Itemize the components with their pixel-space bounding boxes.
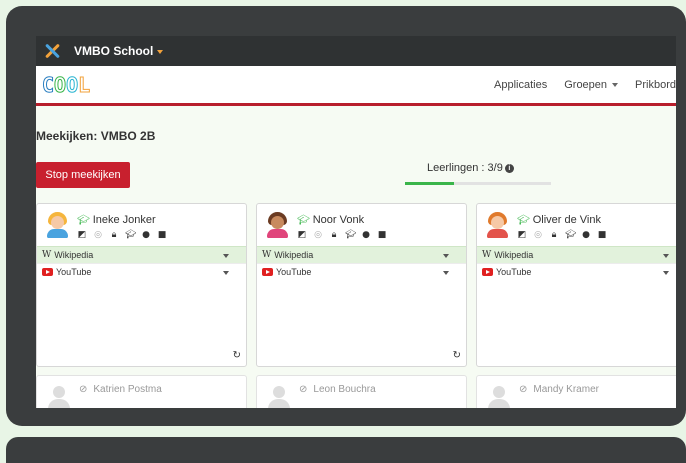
screen: VMBO School COOL Applicaties Groepen Pri…	[36, 36, 676, 408]
lock-icon[interactable]: 🔒︎	[109, 230, 119, 240]
navbar: COOL Applicaties Groepen Prikbord	[36, 66, 676, 106]
avatar-placeholder	[487, 386, 511, 408]
chevron-down-icon	[157, 49, 164, 54]
graduation-cap-icon: 🎓︎	[517, 215, 530, 226]
chevron-down-icon[interactable]	[443, 254, 449, 258]
offline-student-card[interactable]: ⊘ Mandy Kramer	[476, 375, 676, 408]
graduation-cap-icon: 🎓︎	[77, 215, 90, 226]
external-link-icon[interactable]: ◩	[77, 230, 87, 240]
stop-watching-button[interactable]: Stop meekijken	[36, 162, 130, 188]
tab-youtube[interactable]: YouTube	[477, 263, 676, 280]
graduation-cap-icon[interactable]: 🎓︎	[345, 230, 356, 240]
graduation-cap-icon: 🎓︎	[297, 215, 310, 226]
offline-icon: ⊘	[519, 384, 528, 395]
offline-student-card[interactable]: ⊘ Leon Bouchra	[256, 375, 467, 408]
globe-icon[interactable]: ◎	[533, 230, 543, 240]
nav-groepen[interactable]: Groepen	[564, 79, 618, 91]
progress-fill	[405, 182, 454, 185]
chevron-down-icon[interactable]	[663, 254, 669, 258]
student-card[interactable]: 🎓︎ Noor Vonk ◩ ◎ 🔒︎ 🎓︎ ● ■ W Wikipedia You…	[256, 203, 467, 367]
globe-icon[interactable]: ◎	[313, 230, 323, 240]
chevron-down-icon[interactable]	[223, 254, 229, 258]
external-link-icon[interactable]: ◩	[517, 230, 527, 240]
lock-icon[interactable]: 🔒︎	[329, 230, 339, 240]
lock-icon[interactable]: 🔒︎	[549, 230, 559, 240]
tab-wikipedia[interactable]: W Wikipedia	[37, 246, 246, 263]
student-card[interactable]: 🎓︎ Ineke Jonker ◩ ◎ 🔒︎ 🎓︎ ● ■ W Wikipedia …	[36, 203, 247, 367]
youtube-icon	[262, 268, 273, 276]
students-progress	[405, 182, 551, 185]
external-link-icon[interactable]: ◩	[297, 230, 307, 240]
avatar	[265, 212, 290, 238]
tab-wikipedia[interactable]: W Wikipedia	[257, 246, 466, 263]
offline-student-card[interactable]: ⊘ Katrien Postma	[36, 375, 247, 408]
page-title: Meekijken: VMBO 2B	[36, 129, 156, 143]
top-bar: VMBO School	[36, 36, 676, 66]
avatar-placeholder	[267, 386, 291, 408]
graduation-cap-icon[interactable]: 🎓︎	[565, 230, 576, 240]
info-icon[interactable]: i	[504, 163, 514, 173]
youtube-icon	[482, 268, 493, 276]
student-name: Leon Bouchra	[313, 384, 376, 395]
wikipedia-icon: W	[262, 250, 272, 260]
youtube-icon	[42, 268, 53, 276]
video-icon[interactable]: ■	[157, 230, 167, 240]
chevron-down-icon[interactable]	[223, 271, 229, 275]
students-counter: Leerlingen : 3/9 i	[427, 162, 514, 174]
video-icon[interactable]: ■	[597, 230, 607, 240]
refresh-icon[interactable]: ↻	[233, 350, 241, 361]
student-card[interactable]: 🎓︎ Oliver de Vink ◩ ◎ 🔒︎ 🎓︎ ● ■ W Wikipedi…	[476, 203, 676, 367]
wikipedia-icon: W	[42, 250, 52, 260]
avatar	[45, 212, 70, 238]
chat-icon[interactable]: ●	[581, 230, 591, 240]
second-device-frame	[6, 437, 686, 463]
student-name: Noor Vonk	[312, 214, 365, 226]
refresh-icon[interactable]: ↻	[453, 350, 461, 361]
tab-wikipedia[interactable]: W Wikipedia	[477, 246, 676, 263]
chevron-down-icon[interactable]	[443, 271, 449, 275]
device-frame: VMBO School COOL Applicaties Groepen Pri…	[6, 6, 686, 426]
nav-prikbord[interactable]: Prikbord	[635, 79, 676, 91]
app-logo-icon	[42, 41, 62, 61]
avatar-placeholder	[47, 386, 71, 408]
chevron-down-icon[interactable]	[663, 271, 669, 275]
wikipedia-icon: W	[482, 250, 492, 260]
student-name: Katrien Postma	[93, 384, 162, 395]
video-icon[interactable]: ■	[377, 230, 387, 240]
tab-youtube[interactable]: YouTube	[257, 263, 466, 280]
graduation-cap-icon[interactable]: 🎓︎	[125, 230, 136, 240]
globe-icon[interactable]: ◎	[93, 230, 103, 240]
chat-icon[interactable]: ●	[361, 230, 371, 240]
nav-applicaties[interactable]: Applicaties	[494, 79, 547, 91]
student-name: Oliver de Vink	[532, 214, 601, 226]
brand-logo[interactable]: COOL	[41, 72, 90, 97]
school-selector[interactable]: VMBO School	[74, 44, 164, 58]
student-name: Ineke Jonker	[92, 214, 156, 226]
avatar	[485, 212, 510, 238]
offline-icon: ⊘	[79, 384, 88, 395]
student-name: Mandy Kramer	[533, 384, 599, 395]
offline-icon: ⊘	[299, 384, 308, 395]
chat-icon[interactable]: ●	[141, 230, 151, 240]
tab-youtube[interactable]: YouTube	[37, 263, 246, 280]
